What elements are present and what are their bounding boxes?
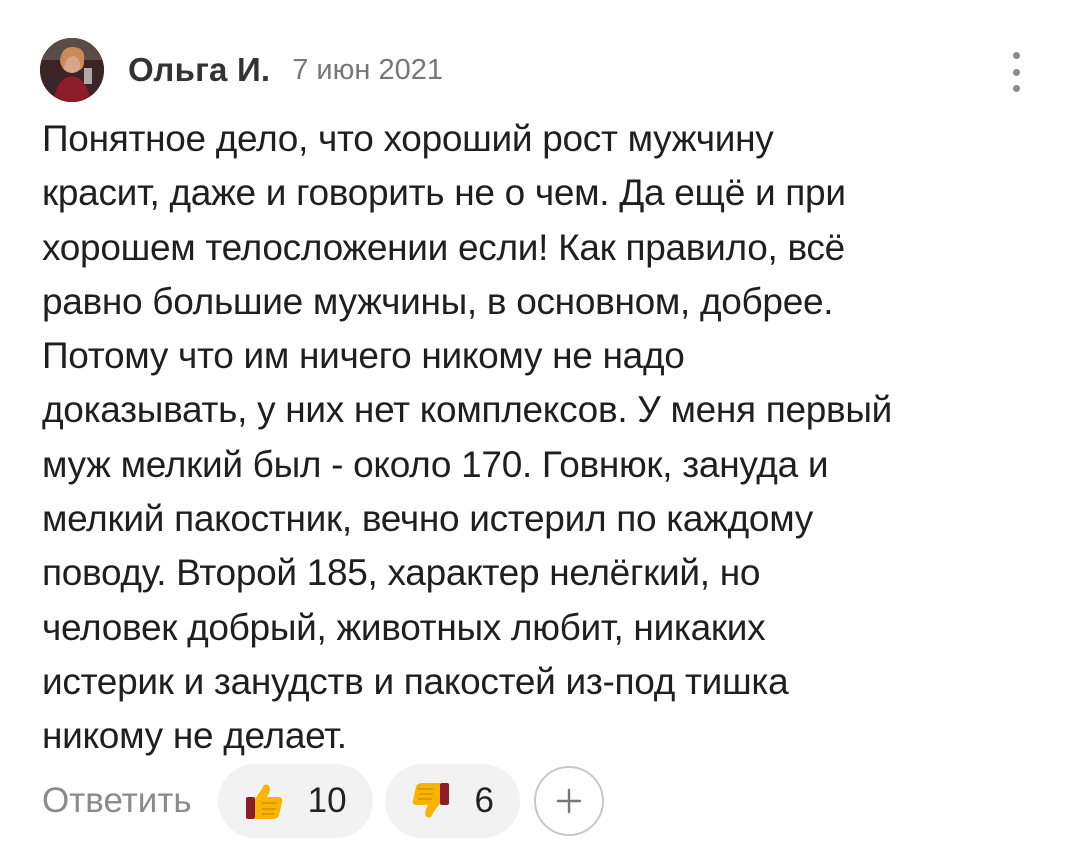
author-name[interactable]: Ольга И.	[128, 51, 270, 89]
comment-actions: Ответить 10 6	[42, 764, 605, 838]
comment-text: Понятное дело, что хороший рост мужчину …	[42, 118, 893, 757]
thumbs-down-icon	[409, 779, 453, 823]
menu-dot	[1012, 85, 1020, 92]
comment-date: 7 июн 2021	[292, 53, 443, 86]
plus-icon	[556, 788, 582, 814]
more-options-icon[interactable]	[1004, 52, 1028, 92]
comment-card: Ольга И. 7 июн 2021 Понятное дело, что х…	[0, 0, 1080, 850]
thumbs-up-icon	[242, 779, 286, 823]
avatar[interactable]	[40, 38, 104, 102]
menu-dot	[1012, 68, 1020, 76]
avatar-image	[40, 38, 104, 102]
like-count: 10	[307, 781, 347, 820]
add-reaction-button[interactable]	[534, 766, 605, 836]
reply-button[interactable]: Ответить	[42, 781, 192, 821]
comment-header: Ольга И. 7 июн 2021	[40, 38, 1040, 102]
dislike-count: 6	[474, 781, 495, 820]
dislike-button[interactable]: 6	[384, 764, 521, 838]
menu-dot	[1012, 52, 1020, 59]
like-button[interactable]: 10	[217, 764, 373, 838]
